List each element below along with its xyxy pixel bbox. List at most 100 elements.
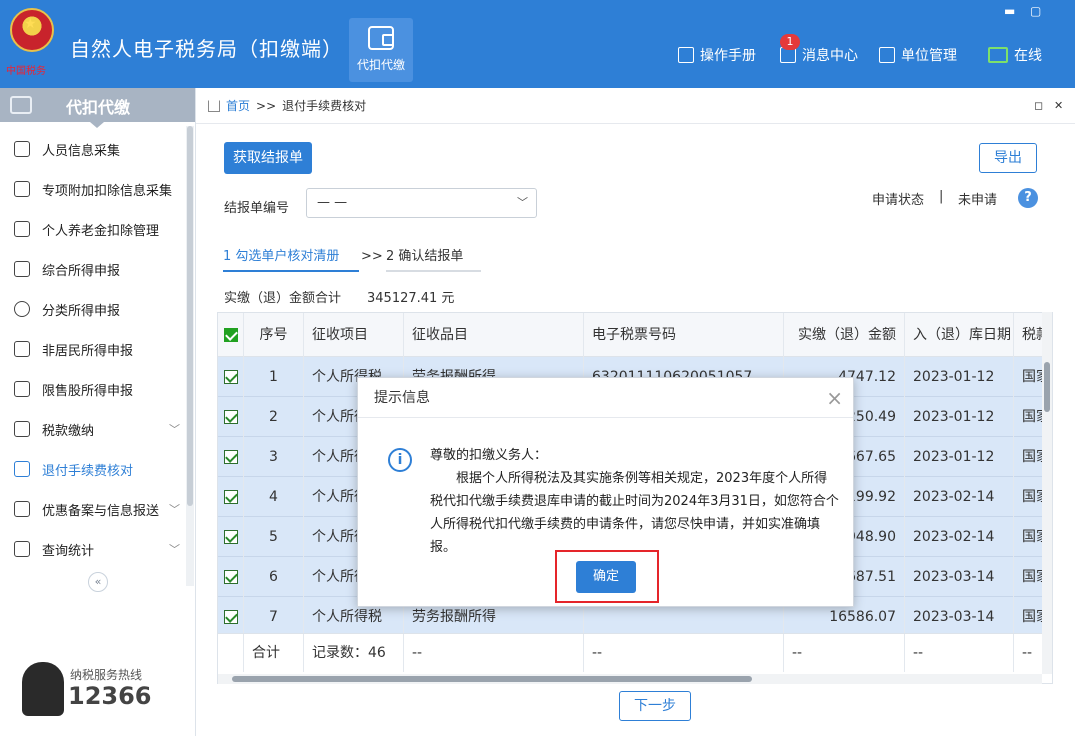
breadcrumb-home-link[interactable]: 首页 bbox=[226, 97, 250, 114]
sidebar-item-label: 优惠备案与信息报送 bbox=[42, 503, 160, 519]
row-checkbox[interactable] bbox=[218, 597, 244, 637]
col-header: 征收品目 bbox=[404, 313, 584, 357]
emblem-star-icon: ★ bbox=[24, 16, 37, 32]
row-checkbox[interactable] bbox=[218, 557, 244, 597]
row-no: 4 bbox=[244, 477, 304, 517]
table-vertical-scrollbar[interactable] bbox=[1042, 312, 1052, 674]
folder-icon bbox=[14, 421, 30, 437]
tax-emblem-logo: ★ 中国税务 bbox=[6, 6, 58, 78]
row-no: 3 bbox=[244, 437, 304, 477]
folder-icon bbox=[14, 501, 30, 517]
select-all-checkbox[interactable] bbox=[218, 313, 244, 357]
export-button[interactable]: 导出 bbox=[979, 143, 1037, 173]
row-no: 6 bbox=[244, 557, 304, 597]
maximize-button[interactable]: ▢ bbox=[1030, 4, 1041, 18]
row-date: 2023-01-12 bbox=[905, 397, 1014, 437]
scrollbar-thumb[interactable] bbox=[1044, 362, 1050, 412]
doc-icon bbox=[14, 221, 30, 237]
scrollbar-thumb[interactable] bbox=[187, 126, 193, 506]
checkbox-icon bbox=[223, 328, 238, 342]
sidebar-item-label: 分类所得申报 bbox=[42, 303, 121, 319]
message-center-label: 消息中心 bbox=[802, 48, 858, 64]
table-footer-row: 合计 记录数：46 -- -- -- -- -- bbox=[218, 633, 1052, 672]
sidebar-item-special-deduction[interactable]: 专项附加扣除信息采集 bbox=[0, 169, 186, 209]
table-horizontal-scrollbar[interactable] bbox=[218, 674, 1042, 684]
checkbox-icon bbox=[223, 530, 238, 544]
status-value: 未申请 bbox=[958, 193, 998, 208]
close-tab-icon[interactable]: ✕ bbox=[1054, 99, 1063, 112]
manual-link[interactable]: 操作手册 bbox=[678, 45, 756, 65]
help-icon[interactable]: ? bbox=[1018, 188, 1038, 208]
breadcrumb: 首页 >> 退付手续费核对 ◻ ✕ bbox=[196, 88, 1075, 124]
search-list-icon bbox=[14, 541, 30, 557]
module-tab-label: 代扣代缴 bbox=[356, 58, 405, 72]
sidebar-header: 代扣代缴 bbox=[0, 88, 195, 128]
sidebar-item-label: 退付手续费核对 bbox=[42, 463, 134, 479]
app-header: ★ 中国税务 自然人电子税务局（扣缴端） 代扣代缴 ▬ ▢ 操作手册 消息中心 … bbox=[0, 0, 1075, 88]
row-date: 2023-01-12 bbox=[905, 357, 1014, 397]
sidebar-item-comprehensive[interactable]: 综合所得申报 bbox=[0, 249, 186, 289]
person-icon bbox=[14, 141, 30, 157]
sidebar-item-tax-payment[interactable]: 税款缴纳 ﹀ bbox=[0, 409, 186, 449]
home-icon bbox=[208, 99, 220, 112]
checkbox-icon bbox=[223, 610, 238, 624]
chevron-down-icon: ﹀ bbox=[169, 543, 180, 556]
sidebar: 代扣代缴 人员信息采集 专项附加扣除信息采集 个人养老金扣除管理 综合所得申报 … bbox=[0, 88, 196, 736]
sidebar-item-preferential[interactable]: 优惠备案与信息报送 ﹀ bbox=[0, 489, 186, 529]
module-tab-withholding[interactable]: 代扣代缴 bbox=[349, 18, 413, 82]
sidebar-scrollbar[interactable] bbox=[186, 126, 194, 586]
settlement-number-label: 结报单编号 bbox=[224, 201, 290, 216]
status-label: 申请状态 bbox=[872, 193, 925, 208]
next-step-button[interactable]: 下一步 bbox=[619, 691, 691, 721]
online-status-label: 在线 bbox=[1014, 48, 1042, 64]
settlement-number-select[interactable]: — — ﹀ bbox=[306, 188, 537, 218]
wallet-icon bbox=[10, 96, 32, 114]
sidebar-item-query[interactable]: 查询统计 ﹀ bbox=[0, 529, 186, 569]
sidebar-item-label: 专项附加扣除信息采集 bbox=[42, 183, 173, 199]
row-checkbox[interactable] bbox=[218, 397, 244, 437]
online-status[interactable]: 在线 bbox=[988, 45, 1042, 65]
confirm-highlight-box bbox=[555, 550, 659, 603]
layers-icon bbox=[14, 261, 30, 277]
sidebar-item-label: 查询统计 bbox=[42, 543, 95, 559]
restore-tab-icon[interactable]: ◻ bbox=[1034, 99, 1043, 112]
footer-dash: -- bbox=[905, 634, 1014, 672]
breadcrumb-separator: >> bbox=[256, 98, 277, 113]
col-header: 序号 bbox=[244, 313, 304, 357]
step-2-tab[interactable]: 2 确认结报单 bbox=[386, 245, 481, 272]
row-checkbox[interactable] bbox=[218, 437, 244, 477]
row-checkbox[interactable] bbox=[218, 477, 244, 517]
row-checkbox[interactable] bbox=[218, 517, 244, 557]
row-checkbox[interactable] bbox=[218, 357, 244, 397]
sidebar-item-label: 税款缴纳 bbox=[42, 423, 95, 439]
table-header-row: 序号 征收项目 征收品目 电子税票号码 实缴（退）金额 入（退）库日期 税款 bbox=[218, 313, 1052, 357]
col-header: 征收项目 bbox=[304, 313, 404, 357]
sidebar-item-personnel[interactable]: 人员信息采集 bbox=[0, 129, 186, 169]
col-header: 入（退）库日期 bbox=[905, 313, 1014, 357]
close-icon[interactable]: × bbox=[826, 386, 843, 410]
sidebar-item-fee-refund[interactable]: 退付手续费核对 bbox=[0, 449, 186, 489]
message-badge: 1 bbox=[780, 34, 800, 50]
fetch-settlement-button[interactable]: 获取结报单 bbox=[224, 142, 312, 174]
sidebar-item-pension[interactable]: 个人养老金扣除管理 bbox=[0, 209, 186, 249]
manual-icon bbox=[678, 47, 694, 63]
minimize-button[interactable]: ▬ bbox=[1004, 4, 1015, 18]
dialog-greeting: 尊敬的扣缴义务人： bbox=[430, 448, 548, 463]
dialog-title: 提示信息 bbox=[358, 378, 853, 418]
chevron-down-icon: ﹀ bbox=[169, 423, 180, 436]
chevron-down-icon: ﹀ bbox=[169, 503, 180, 516]
col-header: 电子税票号码 bbox=[584, 313, 784, 357]
chevron-down-icon: ﹀ bbox=[517, 196, 528, 209]
checkbox-icon bbox=[223, 570, 238, 584]
collapse-sidebar-button[interactable]: « bbox=[88, 572, 108, 592]
row-date: 2023-01-12 bbox=[905, 437, 1014, 477]
sidebar-item-label: 个人养老金扣除管理 bbox=[42, 223, 160, 239]
sidebar-item-nonresident[interactable]: 非居民所得申报 bbox=[0, 329, 186, 369]
breadcrumb-current: 退付手续费核对 bbox=[282, 99, 367, 113]
sidebar-item-restricted-stock[interactable]: 限售股所得申报 bbox=[0, 369, 186, 409]
step-1-tab[interactable]: 1 勾选单户核对清册 bbox=[223, 245, 359, 272]
sidebar-item-classified[interactable]: 分类所得申报 bbox=[0, 289, 186, 329]
info-icon: i bbox=[388, 448, 412, 472]
org-management-link[interactable]: 单位管理 bbox=[879, 45, 957, 65]
scrollbar-thumb[interactable] bbox=[232, 676, 752, 682]
